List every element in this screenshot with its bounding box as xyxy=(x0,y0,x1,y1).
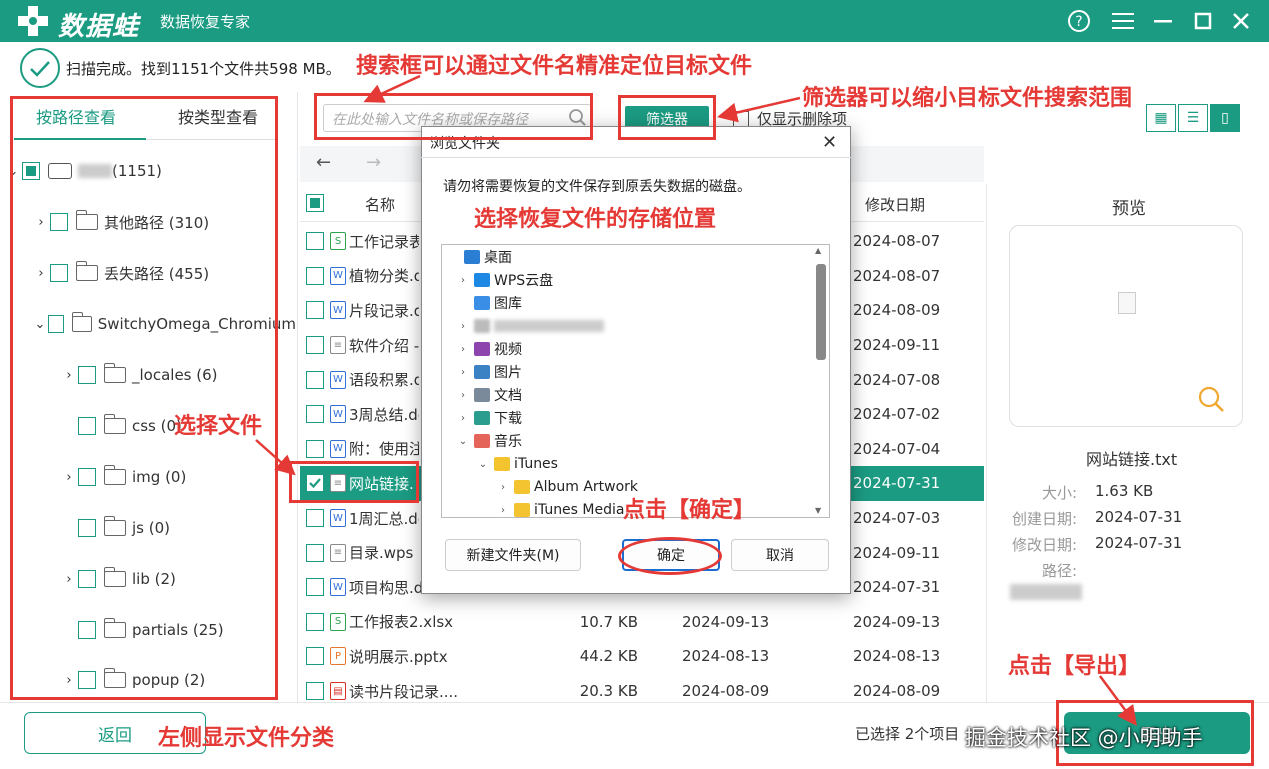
annotation-click-export: 点击【导出】 xyxy=(1008,654,1141,679)
annotation-filter: 筛选器可以缩小目标文件搜索范围 xyxy=(802,86,1133,111)
annotation-left-category: 左侧显示文件分类 xyxy=(158,726,335,751)
watermark: 掘金技术社区 @小明助手 xyxy=(965,726,1203,750)
annotation-storage: 选择恢复文件的存储位置 xyxy=(474,207,717,232)
annotation-select-file: 选择文件 xyxy=(174,414,263,439)
annotation-click-ok: 点击【确定】 xyxy=(623,498,756,523)
annotation-search: 搜索框可以通过文件名精准定位目标文件 xyxy=(356,54,753,79)
